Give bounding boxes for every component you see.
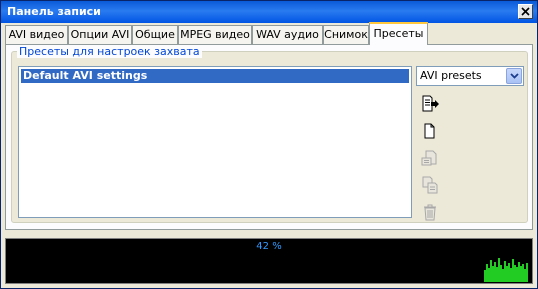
edit-preset-button [420, 148, 440, 168]
close-icon [521, 7, 530, 16]
copy-preset-icon [422, 176, 438, 194]
level-bar [492, 266, 494, 282]
presets-list[interactable]: Default AVI settings [18, 66, 412, 218]
level-bar [496, 267, 498, 282]
level-bar [508, 263, 510, 282]
preset-type-dropdown[interactable]: AVI presets [416, 66, 524, 86]
title-bar[interactable]: Панель записи [1, 1, 537, 23]
level-bar [498, 258, 500, 282]
level-bar [516, 267, 518, 282]
presets-group: Пресеты для настроек захвата Default AVI… [11, 45, 528, 223]
window-title: Панель записи [7, 5, 101, 18]
trash-icon [424, 204, 436, 221]
edit-preset-icon [421, 150, 437, 166]
level-bar [520, 266, 522, 282]
capture-progress-meter: 42 % [5, 238, 533, 284]
level-bar [488, 268, 490, 282]
tab-snapshot[interactable]: Снимок [323, 25, 369, 44]
apply-preset-button[interactable] [420, 94, 440, 114]
presets-tab-panel: Пресеты для настроек захвата Default AVI… [5, 44, 533, 230]
new-document-icon [424, 123, 435, 139]
tab-mpeg-video[interactable]: MPEG видео [178, 25, 252, 44]
presets-group-title: Пресеты для настроек захвата [17, 45, 202, 58]
tab-presets[interactable]: Пресеты [369, 22, 428, 45]
tab-wav-audio[interactable]: WAV аудио [252, 25, 323, 44]
apply-preset-icon [422, 95, 439, 112]
level-bar [504, 261, 506, 282]
level-bar [514, 265, 516, 282]
level-bar [512, 259, 514, 282]
level-bar [484, 270, 486, 282]
dropdown-arrow-button[interactable] [506, 68, 522, 84]
level-bar [486, 264, 488, 282]
new-preset-button[interactable] [420, 121, 440, 141]
chevron-down-icon [509, 73, 519, 79]
level-bar [494, 262, 496, 282]
level-bar [524, 269, 526, 282]
list-item[interactable]: Default AVI settings [21, 69, 409, 83]
level-bar [522, 264, 524, 282]
close-button[interactable] [518, 4, 533, 19]
level-bar [502, 269, 504, 282]
level-bar [506, 266, 508, 282]
level-bar [526, 263, 528, 282]
level-bar [518, 262, 520, 282]
preset-type-value: AVI presets [420, 69, 482, 82]
progress-percentage: 42 % [256, 241, 282, 252]
recording-panel-window: Панель записи AVI видео Опции AVI Общие … [0, 0, 538, 289]
tab-avi-options[interactable]: Опции AVI [68, 25, 132, 44]
delete-preset-button [420, 202, 440, 222]
audio-level-bars [484, 258, 528, 282]
level-bar [500, 265, 502, 282]
level-bar [510, 268, 512, 282]
tab-avi-video[interactable]: AVI видео [5, 25, 68, 44]
tab-general[interactable]: Общие [132, 25, 178, 44]
level-bar [490, 260, 492, 282]
copy-preset-button [420, 175, 440, 195]
